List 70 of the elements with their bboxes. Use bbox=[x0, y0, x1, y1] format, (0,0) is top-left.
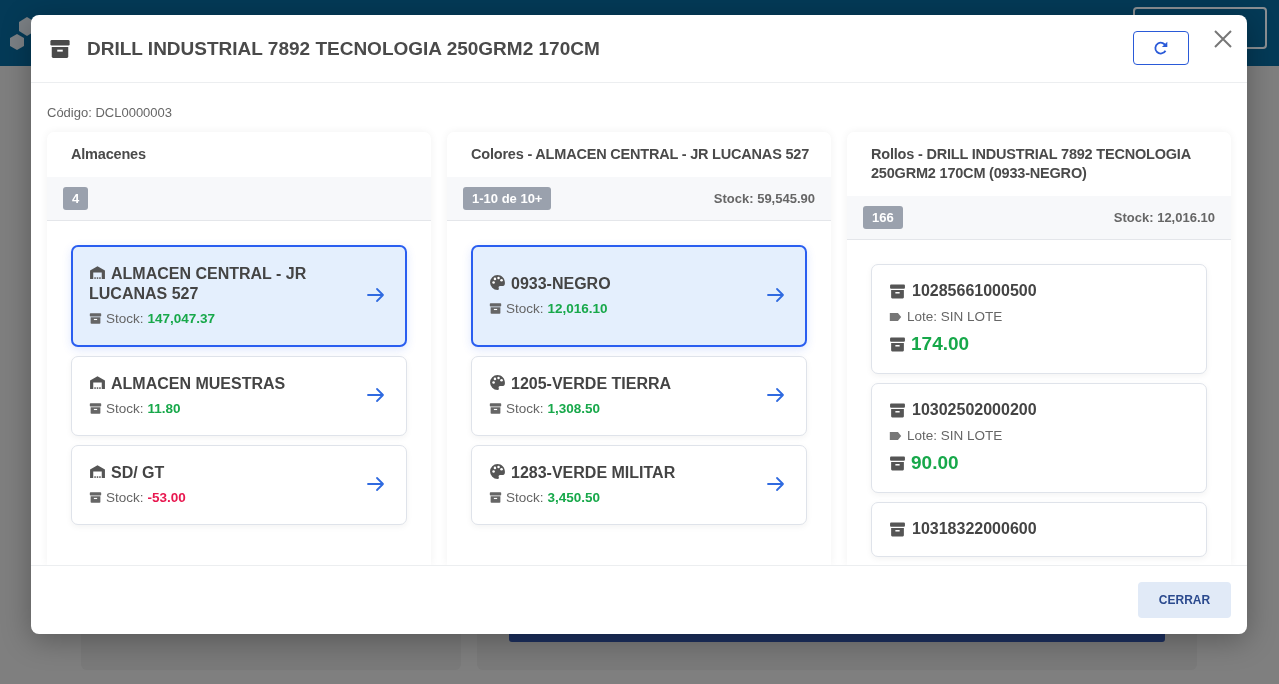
count-badge: 166 bbox=[863, 206, 903, 229]
archive-box-icon bbox=[489, 491, 502, 504]
stock-value: 1,308.50 bbox=[547, 401, 601, 416]
roll-code: 10302502000200 bbox=[912, 401, 1037, 419]
roll-quantity: 90.00 bbox=[911, 452, 959, 474]
stock-label: Stock: bbox=[106, 490, 144, 505]
list-card[interactable]: 1283-VERDE MILITAR Stock: 3,450.50 bbox=[471, 445, 807, 525]
archive-box-icon bbox=[889, 454, 906, 472]
roll-code: 10285661000500 bbox=[912, 282, 1037, 300]
stock-label: Stock: bbox=[106, 311, 144, 326]
stock-label: Stock: bbox=[506, 301, 544, 316]
tag-icon bbox=[889, 430, 902, 441]
stock-label: Stock: bbox=[506, 401, 544, 416]
archive-box-icon bbox=[489, 402, 502, 415]
warehouse-icon bbox=[89, 463, 106, 480]
item-name: 0933-NEGRO bbox=[489, 274, 766, 294]
lot-label: Lote: SIN LOTE bbox=[907, 428, 1003, 443]
arrow-right-icon[interactable] bbox=[366, 474, 386, 494]
archive-box-icon bbox=[889, 401, 906, 419]
tag-icon bbox=[889, 311, 902, 322]
roll-code: 10318322000600 bbox=[912, 520, 1037, 538]
list-card[interactable]: ALMACEN MUESTRAS Stock: 11.80 bbox=[71, 356, 407, 436]
list-card[interactable]: 1205-VERDE TIERRA Stock: 1,308.50 bbox=[471, 356, 807, 436]
palette-icon bbox=[489, 374, 506, 391]
item-name: ALMACEN MUESTRAS bbox=[89, 374, 366, 394]
warehouse-icon bbox=[89, 374, 106, 391]
roll-quantity: 174.00 bbox=[911, 333, 970, 355]
count-badge: 1-10 de 10+ bbox=[463, 187, 552, 210]
stock-value: 11.80 bbox=[147, 401, 181, 416]
stock-value: 3,450.50 bbox=[547, 490, 601, 505]
lot-label: Lote: SIN LOTE bbox=[907, 309, 1003, 324]
stock-value: 12,016.10 bbox=[547, 301, 608, 316]
stock-label: Stock: bbox=[106, 401, 144, 416]
stock-value: -53.00 bbox=[147, 490, 186, 505]
item-name: 1283-VERDE MILITAR bbox=[489, 463, 766, 483]
arrow-right-icon[interactable] bbox=[366, 285, 386, 305]
arrow-right-icon[interactable] bbox=[366, 385, 386, 405]
list-card[interactable]: 0933-NEGRO Stock: 12,016.10 bbox=[471, 245, 807, 347]
close-button[interactable]: CERRAR bbox=[1138, 582, 1231, 618]
item-name: 1205-VERDE TIERRA bbox=[489, 374, 766, 394]
archive-box-icon bbox=[89, 312, 102, 325]
column-title: Rollos - DRILL INDUSTRIAL 7892 TECNOLOGIA 250GRM2 170CM (0933-NEGRO) bbox=[870, 145, 1192, 183]
arrow-right-icon[interactable] bbox=[766, 474, 786, 494]
palette-icon bbox=[489, 463, 506, 480]
close-icon[interactable] bbox=[1213, 28, 1233, 49]
archive-box-icon bbox=[489, 302, 502, 315]
archive-box-icon bbox=[89, 491, 102, 504]
arrow-right-icon[interactable] bbox=[766, 285, 786, 305]
list-card[interactable]: ALMACEN CENTRAL - JR LUCANAS 527 Stock: 147,047.37 bbox=[71, 245, 407, 347]
archive-box-icon bbox=[889, 282, 906, 300]
stock-total: Stock: 12,016.10 bbox=[1113, 210, 1215, 225]
palette-icon bbox=[489, 274, 506, 291]
warehouse-icon bbox=[89, 264, 106, 281]
item-name: SD/ GT bbox=[89, 463, 366, 483]
count-badge: 4 bbox=[63, 187, 89, 210]
stock-value: 147,047.37 bbox=[147, 311, 216, 326]
archive-box-icon bbox=[889, 335, 906, 353]
archive-box-icon bbox=[89, 402, 102, 415]
item-name: ALMACEN CENTRAL - JR LUCANAS 527 bbox=[89, 264, 308, 304]
list-card[interactable]: SD/ GT Stock: -53.00 bbox=[71, 445, 407, 525]
stock-label: Stock: bbox=[506, 490, 544, 505]
stock-total: Stock: 59,545.90 bbox=[713, 191, 815, 206]
column-title: Almacenes bbox=[70, 145, 147, 164]
product-code: Código: DCL0000003 bbox=[47, 105, 174, 120]
archive-box-icon bbox=[49, 37, 71, 60]
column-title: Colores - ALMACEN CENTRAL - JR LUCANAS 527 bbox=[470, 145, 811, 164]
refresh-button[interactable] bbox=[1133, 30, 1189, 65]
archive-box-icon bbox=[889, 520, 906, 538]
arrow-right-icon[interactable] bbox=[766, 385, 786, 405]
dialog-title: DRILL INDUSTRIAL 7892 TECNOLOGIA 250GRM2 170CM bbox=[87, 37, 601, 60]
